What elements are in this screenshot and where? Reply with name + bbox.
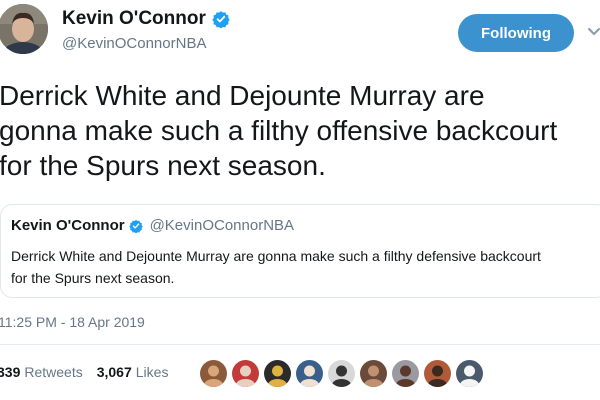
likes-count[interactable]: 3,067 [97,364,132,380]
author-block: Kevin O'Connor @KevinOConnorNBA [62,8,230,52]
tweet-line: Derrick White and Dejounte Murray are [0,80,485,111]
liker-avatars [200,360,483,387]
retweets-count[interactable]: 339 [0,364,20,380]
liker-avatar-icon[interactable] [456,360,483,387]
author-avatar[interactable] [0,4,48,54]
liker-avatar-icon[interactable] [392,360,419,387]
quoted-author-handle: @KevinOConnorNBA [149,217,295,234]
likes-label[interactable]: Likes [136,364,169,380]
quoted-tweet-line: Derrick White and Dejounte Murray are go… [11,248,541,264]
quoted-tweet[interactable]: Kevin O'Connor @KevinOConnorNBA Derrick … [0,204,600,298]
tweet-text: Derrick White and Dejounte Murray are go… [0,78,600,183]
chevron-down-icon[interactable] [584,22,600,42]
liker-avatar-icon[interactable] [424,360,451,387]
tweet-stats: 339 Retweets 3,067 Likes [0,364,168,380]
quoted-tweet-line: for the Spurs next season. [11,270,175,286]
tweet-line: gonna make such a filthy offensive backc… [0,115,558,146]
liker-avatar-icon[interactable] [232,360,259,387]
following-button[interactable]: Following [458,14,574,52]
quoted-author-name: Kevin O'Connor [11,217,125,234]
divider [0,344,600,345]
liker-avatar-icon[interactable] [328,360,355,387]
author-name[interactable]: Kevin O'Connor [62,8,206,30]
verified-badge-icon [128,219,143,233]
liker-avatar-icon[interactable] [360,360,387,387]
tweet-timestamp[interactable]: 11:25 PM - 18 Apr 2019 [0,314,145,330]
liker-avatar-icon[interactable] [200,360,227,387]
liker-avatar-icon[interactable] [264,360,291,387]
liker-avatar-icon[interactable] [296,360,323,387]
profile-photo-icon [0,4,48,54]
tweet-line: for the Spurs next season. [0,150,326,181]
verified-badge-icon [212,10,230,29]
author-handle[interactable]: @KevinOConnorNBA [62,35,230,52]
retweets-label[interactable]: Retweets [24,364,82,380]
quoted-tweet-text: Derrick White and Dejounte Murray are go… [11,245,600,289]
